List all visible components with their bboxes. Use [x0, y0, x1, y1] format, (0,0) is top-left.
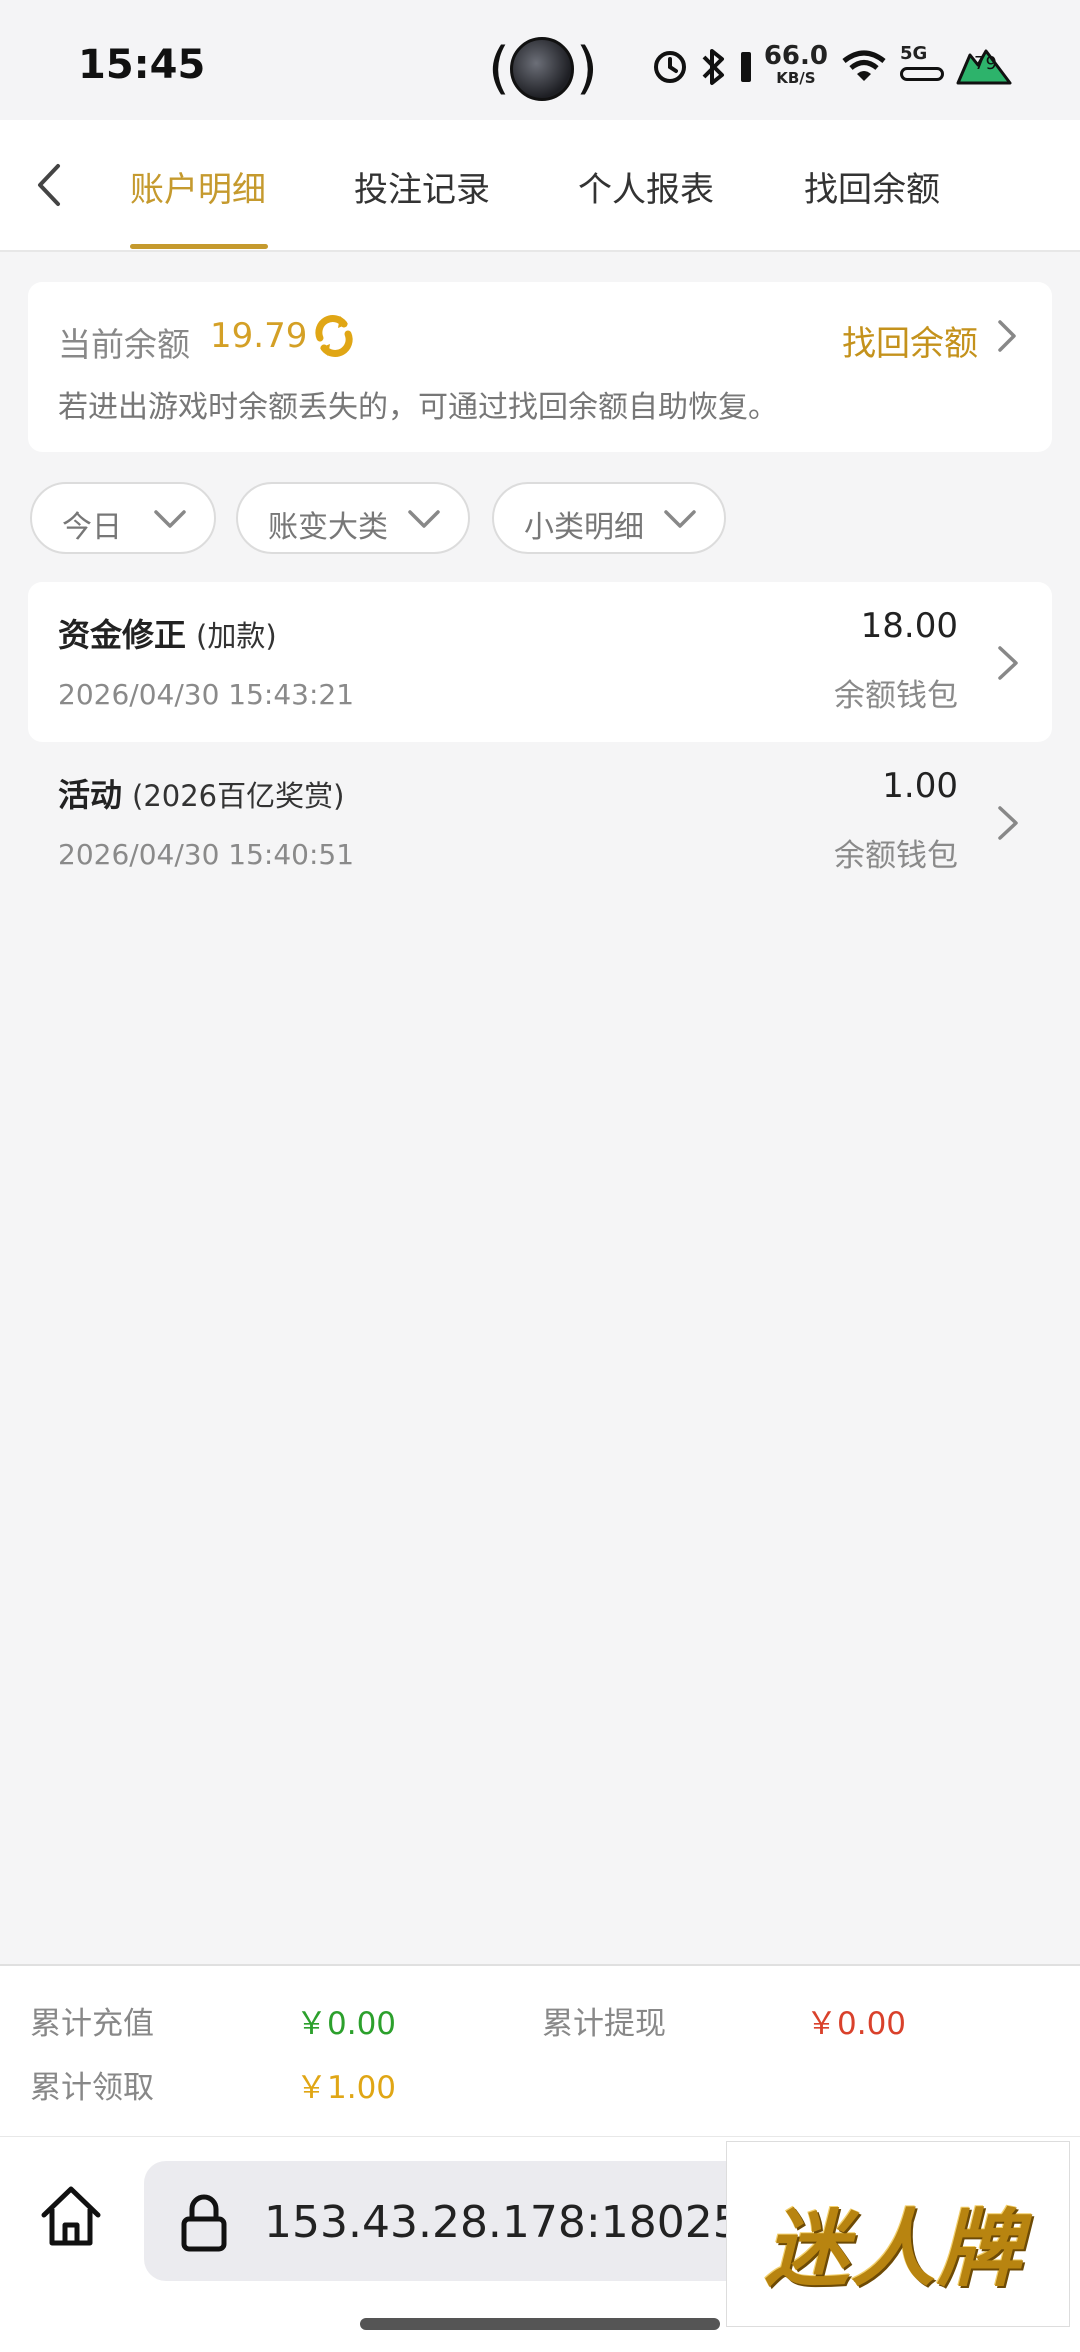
filter-date-label: 今日 [62, 510, 122, 545]
ad-logo-text: 迷人牌 [765, 2200, 1024, 2298]
paren-left-icon: ( [488, 36, 510, 101]
tab-personal-report[interactable]: 个人报表 [578, 162, 714, 211]
url-text: 153.43.28.178:18025/h [264, 2197, 764, 2248]
battery-icon: 79 [956, 47, 1012, 87]
record-title: 活动 (2026百亿奖赏) [58, 770, 344, 816]
lock-icon [181, 2194, 227, 2252]
status-icons: 66.0 KB/S 5G 79 [652, 42, 1012, 92]
total-claim-value: ￥1.00 [296, 2070, 397, 2106]
record-date: 2026/04/30 15:40:51 [58, 838, 355, 871]
ad-banner[interactable]: 迷人牌 [726, 2141, 1070, 2327]
record-wallet: 余额钱包 [834, 678, 958, 714]
tab-header: 账户明细 投注记录 个人报表 找回余额 [0, 120, 1080, 252]
list-item[interactable]: 资金修正 (加款) 2026/04/30 15:43:21 18.00 余额钱包 [28, 582, 1052, 742]
gesture-home-indicator[interactable] [360, 2318, 720, 2330]
network-type: 5G [900, 43, 928, 64]
tab-bet-records[interactable]: 投注记录 [354, 162, 490, 211]
totals-panel: 累计充值 ￥0.00 累计提现 ￥0.00 累计领取 ￥1.00 [0, 1964, 1080, 2136]
total-recharge-value: ￥0.00 [296, 2006, 397, 2042]
chevron-right-icon [998, 806, 1018, 840]
record-date: 2026/04/30 15:43:21 [58, 678, 355, 711]
tab-account-details[interactable]: 账户明细 [130, 162, 266, 211]
bluetooth-icon [702, 49, 724, 85]
record-amount: 1.00 [882, 766, 958, 806]
record-subtype: (加款) [196, 619, 277, 653]
chevron-right-icon[interactable] [994, 316, 1022, 356]
paren-right-icon: ) [576, 36, 598, 101]
chevron-down-icon [408, 510, 440, 528]
cellular-5g-icon: 5G [900, 43, 944, 87]
chevron-right-icon [998, 646, 1018, 680]
total-withdraw-label: 累计提现 [542, 2006, 666, 2042]
filter-date[interactable]: 今日 [30, 482, 216, 554]
url-bar[interactable]: 153.43.28.178:18025/h [144, 2161, 764, 2281]
filter-subcategory-label: 小类明细 [524, 510, 644, 545]
media-avatar-icon [510, 37, 574, 101]
chevron-down-icon [154, 510, 186, 528]
refresh-icon[interactable] [310, 312, 358, 360]
status-bar: 15:45 ( ) 66.0 KB/S 5G 79 [0, 0, 1080, 120]
total-recharge-label: 累计充值 [30, 2006, 154, 2042]
back-chevron-icon[interactable] [26, 158, 74, 212]
record-type: 活动 [58, 776, 123, 814]
balance-card: 当前余额 19.79 找回余额 若进出游戏时余额丢失的，可通过找回余额自助恢复。 [28, 282, 1052, 452]
balance-value: 19.79 [210, 316, 308, 356]
status-time: 15:45 [78, 42, 206, 88]
tab-recover-balance[interactable]: 找回余额 [804, 162, 940, 211]
dynamic-island: ( ) [488, 34, 598, 104]
chevron-down-icon [664, 510, 696, 528]
balance-label: 当前余额 [58, 325, 190, 364]
record-title: 资金修正 (加款) [58, 610, 277, 656]
record-type: 资金修正 [58, 616, 187, 654]
alarm-icon [653, 51, 686, 83]
net-speed: 66.0 KB/S [764, 43, 828, 89]
balance-hint: 若进出游戏时余额丢失的，可通过找回余额自助恢复。 [58, 390, 778, 425]
list-item[interactable]: 活动 (2026百亿奖赏) 2026/04/30 15:40:51 1.00 余额… [28, 742, 1052, 902]
page: 15:45 ( ) 66.0 KB/S 5G 79 账户明细 投注记录 个人报表… [0, 0, 1080, 2352]
record-amount: 18.00 [860, 606, 958, 646]
record-wallet: 余额钱包 [834, 838, 958, 874]
recover-balance-link[interactable]: 找回余额 [842, 316, 978, 365]
bt-battery-icon [740, 52, 751, 82]
battery-level: 79 [974, 53, 997, 74]
wifi-icon [842, 50, 886, 81]
record-subtype: (2026百亿奖赏) [132, 779, 345, 813]
filter-subcategory[interactable]: 小类明细 [492, 482, 726, 554]
active-tab-indicator [130, 244, 268, 249]
filter-category[interactable]: 账变大类 [236, 482, 470, 554]
total-withdraw-value: ￥0.00 [806, 2006, 907, 2042]
total-claim-label: 累计领取 [30, 2070, 154, 2106]
home-icon[interactable] [36, 2181, 106, 2251]
filter-category-label: 账变大类 [268, 510, 388, 545]
